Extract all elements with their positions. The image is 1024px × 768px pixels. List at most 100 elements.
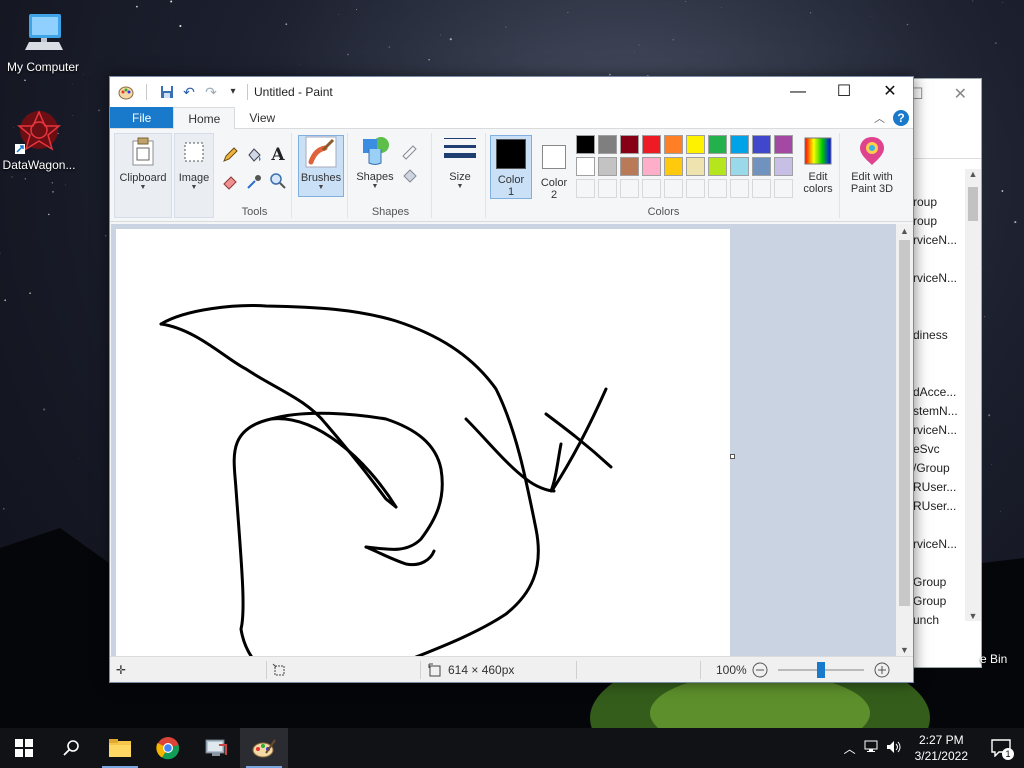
color2-button[interactable]: Color 2 bbox=[534, 135, 574, 201]
search-button[interactable] bbox=[48, 728, 96, 768]
background-list-item[interactable] bbox=[913, 345, 965, 364]
edit-colors-button[interactable]: Edit colors bbox=[796, 135, 840, 195]
zoom-in-button[interactable] bbox=[874, 657, 890, 683]
show-hidden-icons-icon[interactable]: ︿ bbox=[839, 740, 861, 757]
drawing-canvas[interactable] bbox=[116, 229, 730, 657]
size-button[interactable]: Size ▼ bbox=[438, 135, 482, 190]
datawagon-desktop-icon[interactable]: DataWagon... bbox=[0, 108, 82, 172]
custom-color-slot[interactable] bbox=[620, 179, 639, 198]
start-button[interactable] bbox=[0, 728, 48, 768]
custom-color-slot[interactable] bbox=[774, 179, 793, 198]
background-window-close-icon[interactable]: ✕ bbox=[954, 84, 967, 104]
palette-swatch[interactable] bbox=[576, 135, 595, 154]
background-list-item[interactable]: eSvc bbox=[913, 440, 965, 459]
fill-bucket-icon[interactable] bbox=[244, 145, 264, 165]
background-list-item[interactable]: unch bbox=[913, 611, 965, 630]
clipboard-button[interactable]: Clipboard ▼ bbox=[115, 136, 171, 191]
tab-home[interactable]: Home bbox=[173, 107, 236, 129]
custom-color-slot[interactable] bbox=[752, 179, 771, 198]
custom-color-slot[interactable] bbox=[642, 179, 661, 198]
background-list-item[interactable]: Group bbox=[913, 573, 965, 592]
background-list-item[interactable] bbox=[913, 250, 965, 269]
palette-swatch[interactable] bbox=[664, 157, 683, 176]
palette-swatch[interactable] bbox=[686, 157, 705, 176]
zoom-out-button[interactable] bbox=[752, 657, 768, 683]
palette-swatch[interactable] bbox=[752, 157, 771, 176]
tab-file[interactable]: File bbox=[110, 107, 174, 128]
palette-swatch[interactable] bbox=[620, 135, 639, 154]
custom-color-slot[interactable] bbox=[664, 179, 683, 198]
palette-swatch[interactable] bbox=[730, 135, 749, 154]
background-list-item[interactable]: roup bbox=[913, 212, 965, 231]
custom-color-slot[interactable] bbox=[576, 179, 595, 198]
background-list-item[interactable]: rviceN... bbox=[913, 421, 965, 440]
palette-swatch[interactable] bbox=[664, 135, 683, 154]
volume-icon[interactable] bbox=[883, 740, 905, 757]
vertical-scrollbar[interactable]: ▲ ▼ bbox=[896, 224, 913, 657]
taskbar-server-manager[interactable] bbox=[192, 728, 240, 768]
background-list-item[interactable]: diness bbox=[913, 326, 965, 345]
palette-swatch[interactable] bbox=[620, 157, 639, 176]
palette-swatch[interactable] bbox=[752, 135, 771, 154]
background-list-item[interactable] bbox=[913, 364, 965, 383]
taskbar-file-explorer[interactable] bbox=[96, 728, 144, 768]
help-icon[interactable]: ? bbox=[893, 110, 909, 126]
background-list-item[interactable]: rviceN... bbox=[913, 269, 965, 288]
customize-quick-access-icon[interactable]: ▾ bbox=[225, 84, 241, 100]
outline-icon[interactable] bbox=[400, 141, 420, 161]
scroll-up-icon[interactable]: ▲ bbox=[896, 224, 913, 238]
background-list-item[interactable] bbox=[913, 516, 965, 535]
brushes-button[interactable]: Brushes ▼ bbox=[298, 135, 344, 197]
palette-swatch[interactable] bbox=[774, 157, 793, 176]
background-list-item[interactable]: dAcce... bbox=[913, 383, 965, 402]
palette-swatch[interactable] bbox=[642, 157, 661, 176]
scroll-down-icon[interactable]: ▼ bbox=[896, 643, 913, 657]
background-list-item[interactable]: /Group bbox=[913, 459, 965, 478]
color-picker-icon[interactable] bbox=[244, 171, 264, 191]
canvas-resize-handle-right[interactable] bbox=[730, 454, 735, 459]
tab-view[interactable]: View bbox=[235, 107, 289, 128]
network-icon[interactable] bbox=[861, 740, 883, 757]
color1-button[interactable]: Color 1 bbox=[490, 135, 532, 199]
title-bar[interactable]: ↶ ↷ ▾ Untitled - Paint — ☐ ✕ bbox=[110, 77, 913, 107]
shapes-button[interactable]: Shapes ▼ bbox=[352, 135, 398, 190]
custom-color-slot[interactable] bbox=[598, 179, 617, 198]
palette-swatch[interactable] bbox=[686, 135, 705, 154]
background-list-item[interactable]: roup bbox=[913, 193, 965, 212]
undo-icon[interactable]: ↶ bbox=[181, 84, 197, 100]
palette-swatch[interactable] bbox=[598, 135, 617, 154]
edit-with-paint3d-button[interactable]: Edit with Paint 3D bbox=[844, 135, 900, 195]
palette-swatch[interactable] bbox=[708, 157, 727, 176]
background-list-item[interactable] bbox=[913, 288, 965, 307]
zoom-slider-thumb[interactable] bbox=[817, 662, 825, 678]
minimize-button[interactable]: — bbox=[775, 77, 821, 107]
collapse-ribbon-icon[interactable]: ︿ bbox=[874, 110, 885, 126]
palette-swatch[interactable] bbox=[730, 157, 749, 176]
taskbar-chrome[interactable] bbox=[144, 728, 192, 768]
close-button[interactable]: ✕ bbox=[867, 77, 913, 107]
scroll-thumb[interactable] bbox=[899, 240, 910, 606]
clock[interactable]: 2:27 PM 3/21/2022 bbox=[905, 732, 978, 764]
magnifier-icon[interactable] bbox=[268, 171, 288, 191]
background-list-item[interactable]: RUser... bbox=[913, 478, 965, 497]
background-list-item[interactable]: Group bbox=[913, 592, 965, 611]
palette-swatch[interactable] bbox=[598, 157, 617, 176]
background-list-item[interactable]: rviceN... bbox=[913, 535, 965, 554]
palette-swatch[interactable] bbox=[576, 157, 595, 176]
background-list-item[interactable]: stemN... bbox=[913, 402, 965, 421]
palette-swatch[interactable] bbox=[774, 135, 793, 154]
pencil-icon[interactable] bbox=[220, 145, 240, 165]
text-icon[interactable]: A bbox=[268, 145, 288, 165]
paint-app-icon[interactable] bbox=[118, 84, 134, 100]
background-list-item[interactable]: rviceN... bbox=[913, 231, 965, 250]
custom-color-slot[interactable] bbox=[686, 179, 705, 198]
custom-color-slot[interactable] bbox=[708, 179, 727, 198]
zoom-slider[interactable] bbox=[778, 657, 864, 683]
background-window-list[interactable]: roup roup rviceN... rviceN... diness dAcce… bbox=[913, 193, 965, 630]
background-list-item[interactable] bbox=[913, 554, 965, 573]
recycle-bin-label[interactable]: e Bin bbox=[980, 652, 1007, 666]
custom-color-slot[interactable] bbox=[730, 179, 749, 198]
background-list-item[interactable]: RUser... bbox=[913, 497, 965, 516]
palette-swatch[interactable] bbox=[642, 135, 661, 154]
palette-swatch[interactable] bbox=[708, 135, 727, 154]
